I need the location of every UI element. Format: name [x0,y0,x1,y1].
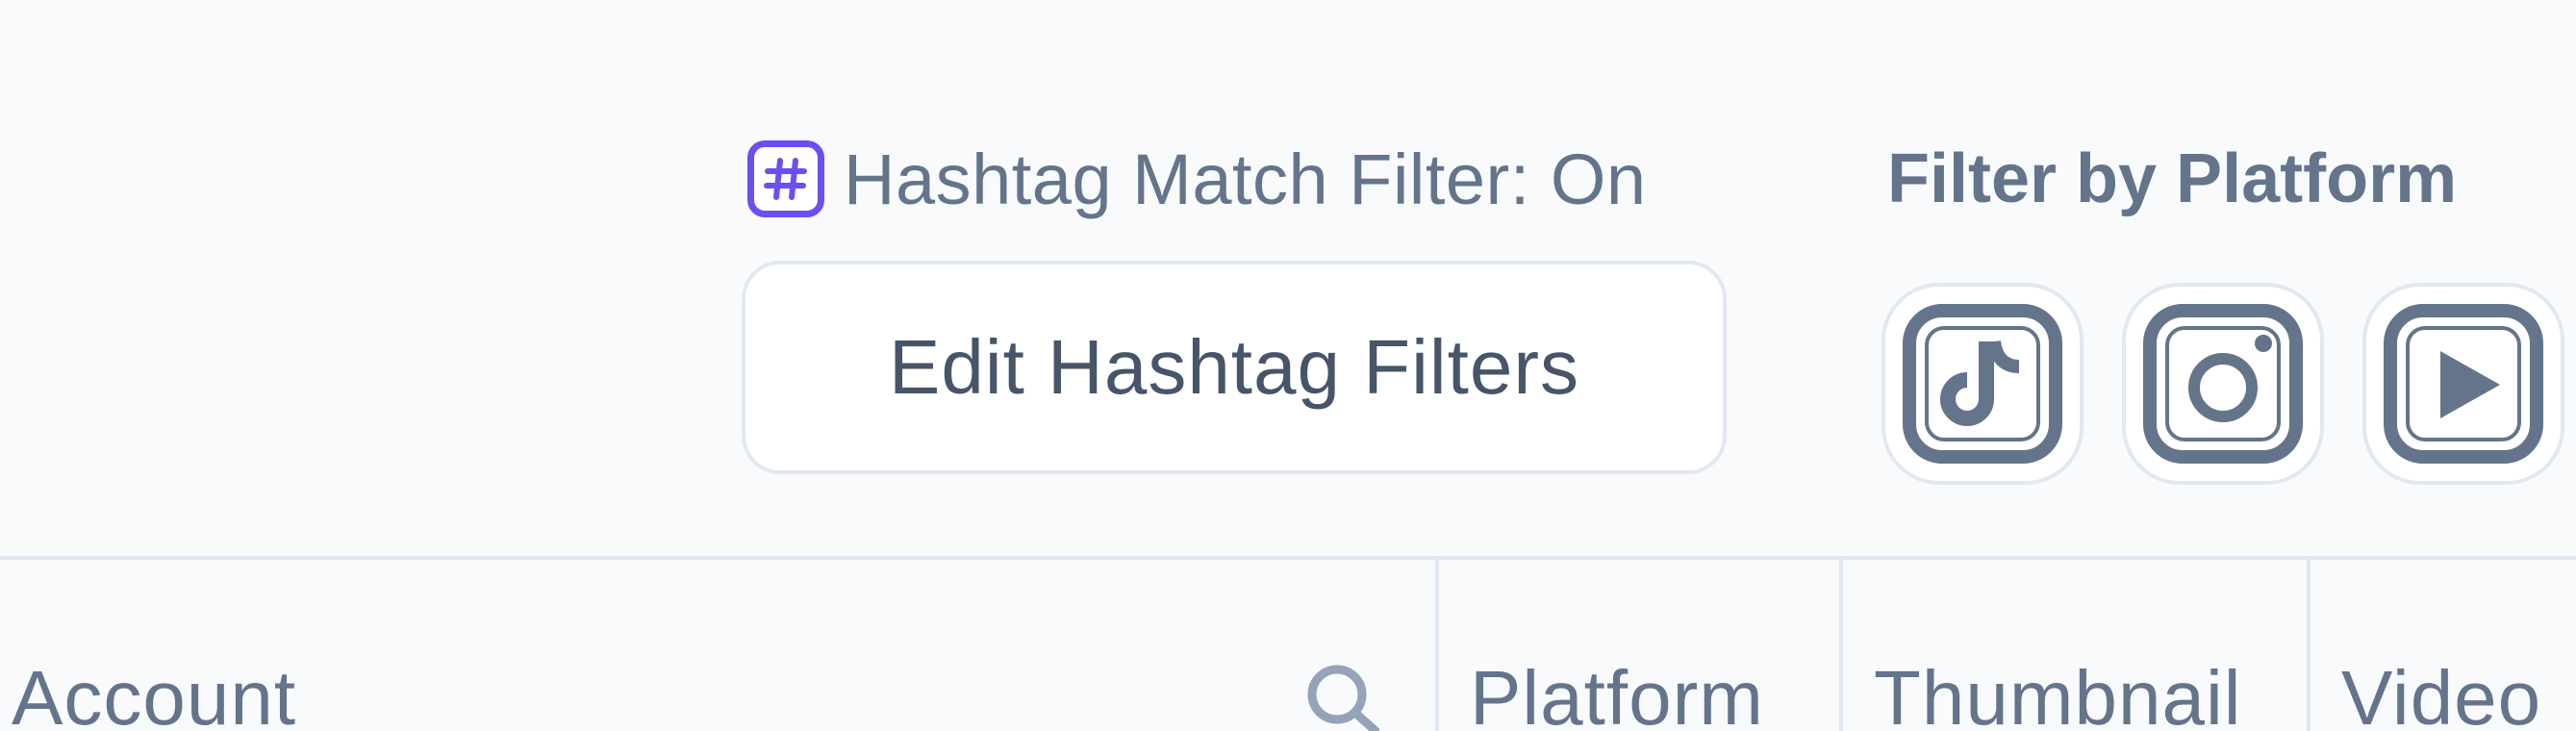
column-header-platform-label: Platform [1470,655,1764,731]
filter-tiktok-button[interactable] [1881,283,2084,485]
table-header: Account Platform Thumbnail Video [0,560,2576,731]
search-icon[interactable] [1302,660,1379,731]
column-header-account[interactable]: Account [0,560,1435,731]
edit-hashtag-filters-button[interactable]: Edit Hashtag Filters [742,261,1727,474]
tiktok-icon [1903,304,2062,464]
filter-instagram-button[interactable] [2122,283,2324,485]
filter-youtube-button[interactable] [2362,283,2564,485]
column-header-video[interactable]: Video [2307,560,2576,731]
column-header-thumbnail-label: Thumbnail [1874,655,2242,731]
column-header-video-label: Video [2341,655,2542,731]
hashtag-icon [747,140,824,217]
hashtag-filter-status-text: Hashtag Match Filter: On [844,139,1647,219]
edit-hashtag-filters-label: Edit Hashtag Filters [888,324,1580,410]
instagram-icon [2143,304,2303,464]
column-header-platform[interactable]: Platform [1435,560,1839,731]
column-header-thumbnail[interactable]: Thumbnail [1839,560,2311,731]
hashtag-filter-status: Hashtag Match Filter: On [747,139,1647,219]
platform-filter-title: Filter by Platform [1887,140,2458,217]
youtube-icon [2384,304,2543,464]
column-header-account-label: Account [12,655,297,731]
